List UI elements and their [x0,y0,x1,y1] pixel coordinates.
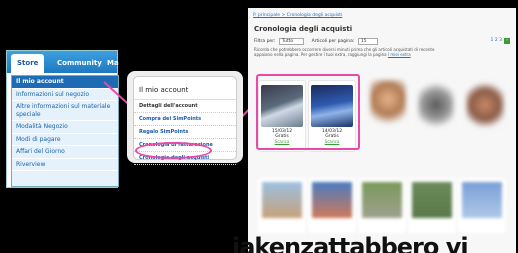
purchase-history-highlight [135,142,212,159]
blurred-card [408,178,456,233]
breadcrumb[interactable]: P. principale > Cronologia degli acquist… [253,13,342,18]
blurred-item [370,80,406,128]
filter-bar: Filtra per: Tutto Articoli per pagina: 1… [254,38,512,45]
filter-label: Filtra per: [254,39,276,44]
account-details-link[interactable]: Dettagli dell'account [134,100,236,113]
overlay-caption: iakenzattabbero vi [232,233,469,253]
blurred-card [458,178,506,233]
info-note: Ricorda che potrebbero occorrere diversi… [254,47,454,57]
account-menu-title: Il mio account [134,77,236,100]
blurred-card [358,178,406,233]
pagination: 1 2 3 › [491,38,510,44]
page-numbers[interactable]: 1 2 3 [491,38,502,43]
blurred-card [258,178,306,233]
per-page-label: Articoli per pagina: [311,39,355,44]
next-page-icon[interactable]: › [504,38,510,44]
my-extras-link[interactable]: I miei extra [388,52,411,57]
per-page-select[interactable]: 15 [357,38,378,45]
page-title: Cronologia degli acquisti [254,25,353,33]
gift-simpoints-link[interactable]: Regalo SimPoints [134,126,236,139]
buy-simpoints-link[interactable]: Compra dei SimPoints [134,113,236,126]
blurred-card [308,178,356,233]
blurred-item [418,83,454,127]
blurred-item [466,83,504,127]
purchase-items-highlight [256,74,360,150]
filter-select[interactable]: Tutto [278,38,305,45]
